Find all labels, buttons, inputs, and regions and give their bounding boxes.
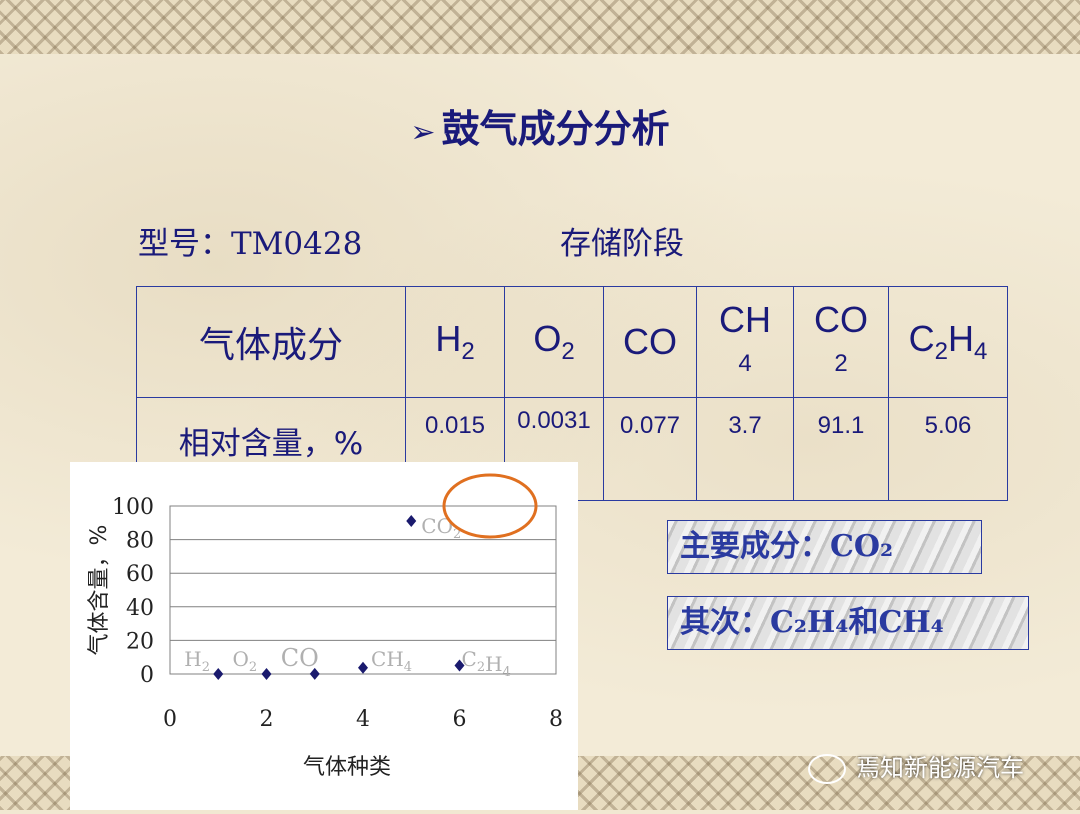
x-tick-label: 0	[163, 707, 177, 732]
value-c2h4: 5.06	[888, 397, 1008, 501]
table-header-row: 气体成分 H2 O2 CO CH 4 CO 2 C2H4	[136, 286, 1008, 398]
slide-title-text: 鼓气成分分析	[441, 107, 670, 151]
x-tick-label: 6	[453, 707, 467, 732]
value-ch4: 3.7	[696, 397, 794, 501]
y-tick-label: 20	[126, 629, 154, 654]
value-co: 0.077	[603, 397, 697, 501]
y-tick-label: 0	[140, 663, 154, 688]
model-label: 型号：TM0428	[138, 226, 363, 262]
stage-label: 存储阶段	[560, 226, 684, 262]
slide-title: ➢ 鼓气成分分析	[0, 98, 1080, 153]
value-co2: 91.1	[793, 397, 889, 501]
x-tick-label: 8	[549, 707, 563, 732]
gas-h2-cell: H2	[405, 286, 505, 398]
gas-ch4-cell: CH 4	[696, 286, 794, 398]
y-tick-label: 80	[126, 529, 154, 554]
watermark-text: 焉知新能源汽车	[856, 754, 1024, 782]
plot-area	[169, 505, 557, 675]
y-tick-label: 100	[112, 495, 154, 520]
main-component-callout: 主要成分：CO₂	[667, 520, 982, 574]
y-tick-label: 60	[126, 562, 154, 587]
decorative-top-border	[0, 0, 1080, 54]
gas-co-cell: CO	[603, 286, 697, 398]
y-tick-label: 40	[126, 596, 154, 621]
y-axis-label: 气体含量，%	[87, 525, 112, 656]
chart-svg: 0204060801000 2 4 6 8气体种类气体含量，%H2 O2 CO CH4CO2C…	[87, 473, 563, 780]
secondary-component-callout: 其次：C₂H₄和CH₄	[667, 596, 1029, 650]
gas-o2-cell: O2	[504, 286, 604, 398]
x-axis-label: 气体种类	[303, 755, 391, 780]
arrow-bullet-icon: ➢	[410, 115, 436, 150]
x-tick-label: 2	[260, 707, 274, 732]
gas-c2h4-cell: C2H4	[888, 286, 1008, 398]
header-label-cell: 气体成分	[136, 286, 406, 398]
x-tick-label: 4	[356, 707, 370, 732]
wechat-icon	[808, 754, 846, 784]
gas-co2-cell: CO 2	[793, 286, 889, 398]
point-label: CO	[281, 644, 319, 672]
watermark: 焉知新能源汽车	[808, 748, 1024, 784]
gas-content-chart: 0 20 40 60 80 100 0 2 4 6 8 气体种类 气体含量，% H2 O2 CO CH4 CO2 C…	[70, 462, 578, 810]
